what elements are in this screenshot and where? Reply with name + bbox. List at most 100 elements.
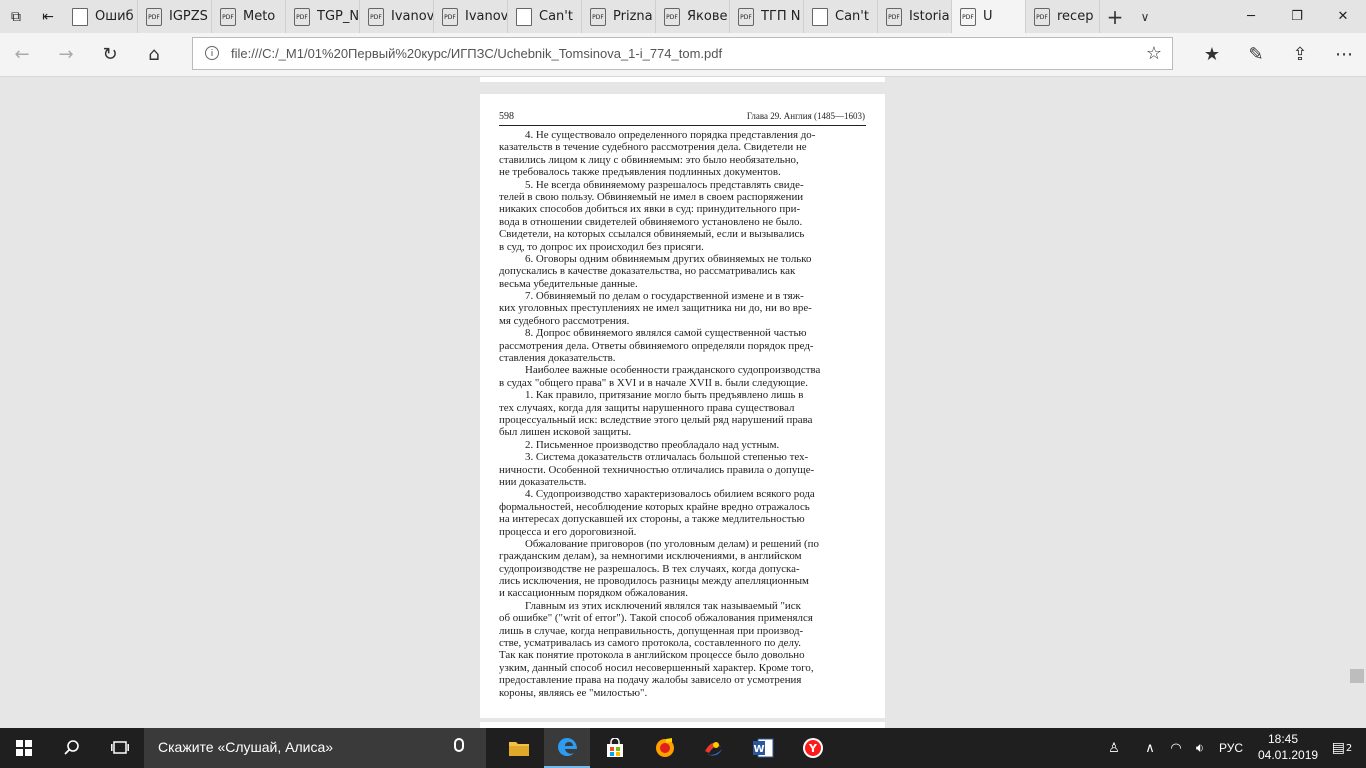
pdf-icon: PDF <box>1034 7 1050 26</box>
refresh-button[interactable]: ↻ <box>94 39 126 69</box>
edge-icon <box>558 738 577 756</box>
tab-list-button[interactable]: ∨ <box>1130 0 1160 33</box>
text-line: предоставление права на подачу жалобы за… <box>499 674 802 687</box>
browser-tab[interactable]: PDF Istoria <box>878 0 952 33</box>
task-view-icon <box>111 741 129 754</box>
text-line: процесса и его дороговизной. <box>499 525 637 538</box>
taskbar-app-music[interactable] <box>642 728 688 768</box>
network-button[interactable]: ◠ <box>1164 728 1188 768</box>
text-line: нии доказательств. <box>499 475 587 488</box>
info-icon[interactable]: i <box>205 46 219 60</box>
close-button[interactable]: ✕ <box>1320 0 1366 33</box>
navigation-bar: ← → ↻ ⌂ i file:///C:/_M1/01%20Первый%20к… <box>0 33 1366 77</box>
svg-text:Y: Y <box>808 742 818 755</box>
start-button[interactable] <box>0 728 48 768</box>
favorites-icon: ★ <box>1203 43 1221 65</box>
wifi-icon: ◠ <box>1170 740 1182 756</box>
language-indicator[interactable]: РУС <box>1214 728 1248 768</box>
running-head: Глава 29. Англия (1485—1603) <box>746 111 865 121</box>
text-line: на интересах допускавшей их стороны, а т… <box>499 513 805 526</box>
clock-time: 18:45 <box>1267 732 1299 746</box>
text-line: лись исключения, не проводилось разницы … <box>499 575 809 588</box>
people-button[interactable]: ♙ <box>1100 728 1128 768</box>
maximize-button[interactable]: ❐ <box>1274 0 1320 33</box>
minimize-button[interactable]: ─ <box>1228 0 1274 33</box>
doc-icon <box>812 7 828 26</box>
taskbar-app-yandex-browser[interactable]: Y <box>790 728 836 768</box>
set-tabs-aside-button[interactable]: ⇤ <box>32 0 64 33</box>
browser-tab[interactable]: PDF recep <box>1026 0 1100 33</box>
text-line: гражданским делам), за немногими исключе… <box>499 550 802 563</box>
tab-strip: ⧉ ⇤ Ошиб PDF IGPZS PDF Meto PDF TGP_N PDF Ivanov… <box>0 0 1366 33</box>
taskbar-app-explorer[interactable] <box>496 728 542 768</box>
task-view-button[interactable] <box>96 728 144 768</box>
text-line: стве, усматривалась из самого протокола,… <box>499 637 801 650</box>
doc-icon <box>516 7 532 26</box>
microphone-icon[interactable] <box>454 738 464 752</box>
pdf-viewer[interactable]: 598 Глава 29. Англия (1485—1603) 4. Не с… <box>0 77 1366 728</box>
search-placeholder: Скажите «Слушай, Алиса» <box>158 739 334 755</box>
text-line: тех случаях, когда для защиты нарушенног… <box>499 401 795 414</box>
alice-search-box[interactable]: Скажите «Слушай, Алиса» <box>144 728 486 768</box>
browser-tab[interactable]: Can't <box>804 0 878 33</box>
browser-tab[interactable]: PDF Meto <box>212 0 286 33</box>
browser-tab[interactable]: PDF U <box>952 0 1026 33</box>
volume-button[interactable]: 🔉︎ <box>1188 728 1212 768</box>
forward-button[interactable]: → <box>50 39 82 69</box>
tab-title: ТГП N <box>761 9 801 24</box>
tab-title: Can't <box>835 9 869 24</box>
browser-tab[interactable]: PDF Prizna <box>582 0 656 33</box>
search-button[interactable] <box>48 728 96 768</box>
favorites-button[interactable]: ★ <box>1196 39 1228 69</box>
clock[interactable]: 18:45 04.01.2019 <box>1258 731 1318 763</box>
share-button[interactable]: ⇪ <box>1284 39 1316 69</box>
taskbar-app-word[interactable]: W <box>740 728 786 768</box>
browser-tab[interactable]: PDF Ivanov <box>360 0 434 33</box>
text-line: казательств в течение судебного рассмотр… <box>499 141 807 154</box>
notification-icon: ▤ <box>1331 740 1345 756</box>
back-button[interactable]: ← <box>6 39 38 69</box>
pdf-page: 598 Глава 29. Англия (1485—1603) 4. Не с… <box>480 94 885 718</box>
text-line: и кассационным порядком обжалования. <box>499 587 688 600</box>
tab-title: Ivanov <box>391 9 433 24</box>
tab-manager-button[interactable]: ⧉ <box>0 0 32 33</box>
home-button[interactable]: ⌂ <box>138 39 170 69</box>
text-line: Обжалование приговоров (по уголовным дел… <box>525 537 819 550</box>
pdf-icon: PDF <box>368 7 384 26</box>
more-button[interactable]: ⋯ <box>1328 39 1360 69</box>
pdf-icon: PDF <box>960 7 976 26</box>
pdf-icon: PDF <box>146 7 162 26</box>
text-line: 6. Оговоры одним обвиняемым других обвин… <box>525 252 812 265</box>
address-bar[interactable]: i file:///C:/_M1/01%20Первый%20курс/ИГПЗ… <box>192 37 1173 70</box>
browser-tab[interactable]: PDF TGP_N <box>286 0 360 33</box>
text-line: весьма убедительные данные. <box>499 277 638 290</box>
browser-tab[interactable]: Ошиб <box>64 0 138 33</box>
pdf-icon: PDF <box>886 7 902 26</box>
tab-title: Ivanov <box>465 9 507 24</box>
browser-tab[interactable]: PDF Якове <box>656 0 730 33</box>
star-icon[interactable]: ☆ <box>1146 43 1162 64</box>
yandex-browser-icon: Y <box>803 738 823 758</box>
browser-tab[interactable]: PDF IGPZS <box>138 0 212 33</box>
minimize-icon: ─ <box>1247 9 1255 24</box>
pdf-icon: PDF <box>294 7 310 26</box>
add-notes-button[interactable]: ✎ <box>1240 39 1272 69</box>
taskbar-app-yandex-search[interactable] <box>690 728 736 768</box>
scrollbar-thumb[interactable] <box>1350 669 1364 683</box>
show-hidden-icons-button[interactable]: ∧ <box>1138 728 1162 768</box>
text-line: Главным из этих исключений являлся так н… <box>525 599 801 612</box>
text-line: ких уголовных преступлениях не имел защи… <box>499 302 812 315</box>
browser-tab[interactable]: PDF Ivanov <box>434 0 508 33</box>
taskbar-app-edge[interactable] <box>544 728 590 768</box>
pdf-icon: PDF <box>664 7 680 26</box>
folder-icon <box>509 742 529 756</box>
text-line: 2. Письменное производство преобладало н… <box>525 438 780 451</box>
taskbar-app-store[interactable] <box>592 728 638 768</box>
browser-tab[interactable]: PDF ТГП N <box>730 0 804 33</box>
browser-tab[interactable]: Can't <box>508 0 582 33</box>
new-tab-button[interactable]: + <box>1100 0 1130 33</box>
address-text[interactable]: file:///C:/_M1/01%20Первый%20курс/ИГПЗС/… <box>231 46 722 61</box>
pdf-icon: PDF <box>590 7 606 26</box>
action-center-button[interactable]: ▤ 2 <box>1322 728 1362 768</box>
speaker-icon: 🔉︎ <box>1195 740 1205 756</box>
